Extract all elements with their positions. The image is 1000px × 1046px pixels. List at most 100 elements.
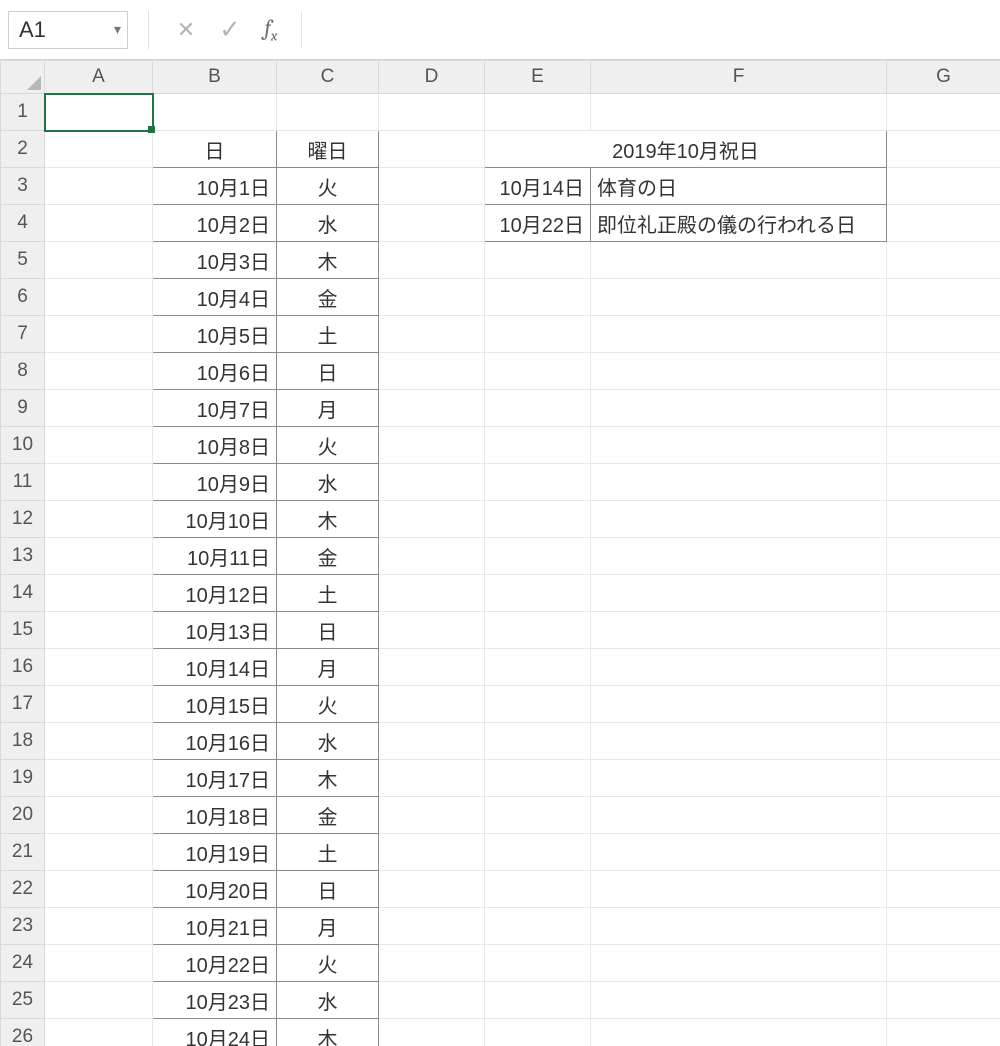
- cell-F1[interactable]: [591, 94, 887, 131]
- cell-E26[interactable]: [485, 1019, 591, 1046]
- cell-D23[interactable]: [379, 908, 485, 945]
- cell-B14[interactable]: 10月12日: [153, 575, 277, 612]
- cell-G6[interactable]: [887, 279, 1000, 316]
- cell-C21[interactable]: 土: [277, 834, 379, 871]
- cell-D20[interactable]: [379, 797, 485, 834]
- cell-A3[interactable]: [45, 168, 153, 205]
- cell-C15[interactable]: 日: [277, 612, 379, 649]
- cell-G9[interactable]: [887, 390, 1000, 427]
- cell-D24[interactable]: [379, 945, 485, 982]
- cell-A25[interactable]: [45, 982, 153, 1019]
- name-box[interactable]: A1 ▾: [8, 11, 128, 49]
- cell-F20[interactable]: [591, 797, 887, 834]
- cell-B3[interactable]: 10月1日: [153, 168, 277, 205]
- cell-D22[interactable]: [379, 871, 485, 908]
- cell-A22[interactable]: [45, 871, 153, 908]
- cell-E20[interactable]: [485, 797, 591, 834]
- cell-E21[interactable]: [485, 834, 591, 871]
- cell-A20[interactable]: [45, 797, 153, 834]
- cell-E2[interactable]: 2019年10月祝日: [485, 131, 887, 168]
- cell-F13[interactable]: [591, 538, 887, 575]
- cell-E13[interactable]: [485, 538, 591, 575]
- row-header-5[interactable]: 5: [1, 242, 45, 279]
- cell-G13[interactable]: [887, 538, 1000, 575]
- row-header-18[interactable]: 18: [1, 723, 45, 760]
- cell-D7[interactable]: [379, 316, 485, 353]
- cell-D2[interactable]: [379, 131, 485, 168]
- cell-F22[interactable]: [591, 871, 887, 908]
- cell-C14[interactable]: 土: [277, 575, 379, 612]
- cell-B15[interactable]: 10月13日: [153, 612, 277, 649]
- cell-A1[interactable]: [45, 94, 153, 131]
- cell-A2[interactable]: [45, 131, 153, 168]
- cell-D12[interactable]: [379, 501, 485, 538]
- cell-B16[interactable]: 10月14日: [153, 649, 277, 686]
- cell-A17[interactable]: [45, 686, 153, 723]
- cell-G22[interactable]: [887, 871, 1000, 908]
- cell-G17[interactable]: [887, 686, 1000, 723]
- cell-G24[interactable]: [887, 945, 1000, 982]
- cell-F15[interactable]: [591, 612, 887, 649]
- cell-D5[interactable]: [379, 242, 485, 279]
- select-all-corner[interactable]: [1, 61, 45, 94]
- row-header-26[interactable]: 26: [1, 1019, 45, 1046]
- cell-A15[interactable]: [45, 612, 153, 649]
- cell-C2[interactable]: 曜日: [277, 131, 379, 168]
- cell-E11[interactable]: [485, 464, 591, 501]
- row-header-14[interactable]: 14: [1, 575, 45, 612]
- cell-A23[interactable]: [45, 908, 153, 945]
- cell-E17[interactable]: [485, 686, 591, 723]
- cell-B22[interactable]: 10月20日: [153, 871, 277, 908]
- cell-A26[interactable]: [45, 1019, 153, 1046]
- cell-G5[interactable]: [887, 242, 1000, 279]
- cell-C20[interactable]: 金: [277, 797, 379, 834]
- cell-B10[interactable]: 10月8日: [153, 427, 277, 464]
- cell-C22[interactable]: 日: [277, 871, 379, 908]
- cell-C3[interactable]: 火: [277, 168, 379, 205]
- insert-function-button[interactable]: fx: [257, 13, 291, 47]
- cell-C19[interactable]: 木: [277, 760, 379, 797]
- cell-B6[interactable]: 10月4日: [153, 279, 277, 316]
- cell-E9[interactable]: [485, 390, 591, 427]
- row-header-6[interactable]: 6: [1, 279, 45, 316]
- row-header-1[interactable]: 1: [1, 94, 45, 131]
- cell-D6[interactable]: [379, 279, 485, 316]
- cell-B17[interactable]: 10月15日: [153, 686, 277, 723]
- cell-B13[interactable]: 10月11日: [153, 538, 277, 575]
- cell-E1[interactable]: [485, 94, 591, 131]
- cell-G23[interactable]: [887, 908, 1000, 945]
- cell-G25[interactable]: [887, 982, 1000, 1019]
- cell-A10[interactable]: [45, 427, 153, 464]
- cell-E7[interactable]: [485, 316, 591, 353]
- cell-E8[interactable]: [485, 353, 591, 390]
- row-header-21[interactable]: 21: [1, 834, 45, 871]
- row-header-4[interactable]: 4: [1, 205, 45, 242]
- cell-F25[interactable]: [591, 982, 887, 1019]
- cell-A8[interactable]: [45, 353, 153, 390]
- cell-B4[interactable]: 10月2日: [153, 205, 277, 242]
- cell-F8[interactable]: [591, 353, 887, 390]
- cell-A14[interactable]: [45, 575, 153, 612]
- cell-C25[interactable]: 水: [277, 982, 379, 1019]
- row-header-12[interactable]: 12: [1, 501, 45, 538]
- row-header-11[interactable]: 11: [1, 464, 45, 501]
- cell-E24[interactable]: [485, 945, 591, 982]
- cell-B8[interactable]: 10月6日: [153, 353, 277, 390]
- cell-A18[interactable]: [45, 723, 153, 760]
- column-header-A[interactable]: A: [45, 61, 153, 94]
- cell-C6[interactable]: 金: [277, 279, 379, 316]
- cell-G15[interactable]: [887, 612, 1000, 649]
- column-header-D[interactable]: D: [379, 61, 485, 94]
- cell-C5[interactable]: 木: [277, 242, 379, 279]
- cell-F21[interactable]: [591, 834, 887, 871]
- cell-A9[interactable]: [45, 390, 153, 427]
- cell-F7[interactable]: [591, 316, 887, 353]
- cell-B21[interactable]: 10月19日: [153, 834, 277, 871]
- cell-C11[interactable]: 水: [277, 464, 379, 501]
- cell-A6[interactable]: [45, 279, 153, 316]
- cell-E14[interactable]: [485, 575, 591, 612]
- cell-A11[interactable]: [45, 464, 153, 501]
- row-header-20[interactable]: 20: [1, 797, 45, 834]
- cell-C10[interactable]: 火: [277, 427, 379, 464]
- cell-D8[interactable]: [379, 353, 485, 390]
